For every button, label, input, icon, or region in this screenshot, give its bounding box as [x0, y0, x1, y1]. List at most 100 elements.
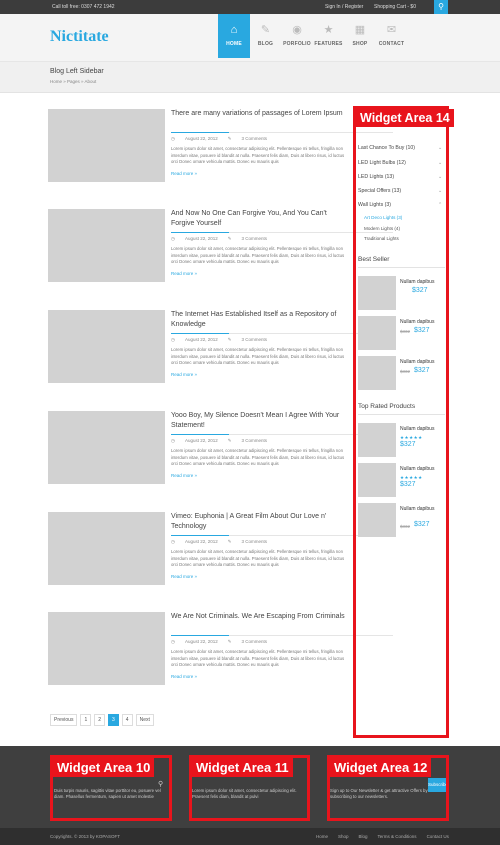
clock-icon: ◷ [171, 337, 175, 342]
post-excerpt: Lorem ipsum dolor sit amet, consectetur … [171, 246, 345, 264]
pencil-icon: ✎ [260, 24, 271, 36]
camera-icon: ◉ [292, 24, 302, 36]
post-meta: ◷ August 22, 2012 ✎ 3 Comments [171, 337, 277, 343]
footer-link-contact[interactable]: Contact Us [427, 834, 449, 839]
read-more-link[interactable]: Read more » [171, 372, 197, 377]
clock-icon: ◷ [171, 539, 175, 544]
post-meta: ◷ August 22, 2012 ✎ 3 Comments [171, 639, 277, 645]
post-thumbnail[interactable] [48, 109, 165, 182]
read-more-link[interactable]: Read more » [171, 271, 197, 276]
title-underline [171, 132, 229, 133]
post-thumbnail[interactable] [48, 209, 165, 282]
post-meta: ◷ August 22, 2012 ✎ 3 Comments [171, 438, 277, 444]
footer-link-shop[interactable]: Shop [338, 834, 349, 839]
post-meta: ◷ August 22, 2012 ✎ 3 Comments [171, 539, 277, 545]
read-more-link[interactable]: Read more » [171, 674, 197, 679]
clock-icon: ◷ [171, 236, 175, 241]
post-title[interactable]: Vimeo: Euphonia | A Great Film About Our… [171, 512, 346, 532]
nav-item-blog[interactable]: ✎ BLOG [250, 14, 282, 58]
post-excerpt: Lorem ipsum dolor sit amet, consectetur … [171, 649, 345, 667]
phone-number: Call toll free: 0307 472 1942 [52, 4, 115, 10]
widget-area-label: Widget Area 11 [192, 758, 293, 777]
title-underline [171, 535, 229, 536]
title-underline [171, 333, 229, 334]
comment-icon: ✎ [227, 337, 232, 342]
post-comments[interactable]: 3 Comments [242, 539, 268, 544]
page-2-button[interactable]: 2 [94, 714, 106, 726]
footer-link-terms[interactable]: Terms & Conditions [378, 834, 417, 839]
comment-icon: ✎ [227, 639, 232, 644]
blog-post: We Are Not Criminals. We Are Escaping Fr… [48, 612, 393, 698]
nav-item-features[interactable]: ★ FEATURES [313, 14, 345, 58]
post-title[interactable]: The Internet Has Established Itself as a… [171, 310, 346, 330]
post-thumbnail[interactable] [48, 310, 165, 383]
comment-icon: ✎ [227, 136, 232, 141]
post-excerpt: Lorem ipsum dolor sit amet, consectetur … [171, 347, 345, 365]
search-icon[interactable]: ⚲ [434, 0, 448, 14]
post-comments[interactable]: 3 Comments [242, 438, 268, 443]
comment-icon: ✎ [227, 438, 232, 443]
site-header: Nictitate ⌂ HOME ✎ BLOG ◉ PORFOLIO ★ FEA… [0, 14, 500, 62]
home-icon: ⌂ [230, 24, 238, 36]
login-link[interactable]: Sign In / Register [325, 4, 363, 10]
post-comments[interactable]: 3 Comments [242, 639, 268, 644]
breadcrumb[interactable]: Home » Pages » About [50, 79, 96, 84]
top-bar: Call toll free: 0307 472 1942 Sign In / … [0, 0, 500, 14]
post-thumbnail[interactable] [48, 411, 165, 484]
nav-item-home[interactable]: ⌂ HOME [218, 14, 250, 58]
star-icon: ★ [323, 24, 334, 36]
post-date: August 22, 2012 [184, 438, 218, 443]
widget-area-annotation: Widget Area 10 [50, 755, 172, 821]
prev-page-button[interactable]: Previous [50, 714, 78, 726]
post-meta: ◷ August 22, 2012 ✎ 3 Comments [171, 236, 277, 242]
widget-area-annotation: Widget Area 14 [353, 106, 454, 738]
post-comments[interactable]: 3 Comments [242, 236, 268, 241]
post-title[interactable]: There are many variations of passages of… [171, 109, 346, 119]
comment-icon: ✎ [227, 236, 232, 241]
read-more-link[interactable]: Read more » [171, 473, 197, 478]
page-title: Blog Left Sidebar [50, 68, 104, 75]
next-page-button[interactable]: Next [135, 714, 154, 726]
read-more-link[interactable]: Read more » [171, 171, 197, 176]
widget-area-label: Widget Area 14 [356, 109, 454, 127]
clock-icon: ◷ [171, 438, 175, 443]
footer-links: Home Shop Blog Terms & Conditions Contac… [316, 834, 449, 839]
post-thumbnail[interactable] [48, 512, 165, 585]
site-logo[interactable]: Nictitate [50, 28, 109, 46]
nav-item-portfolio[interactable]: ◉ PORFOLIO [281, 14, 313, 58]
page-3-button[interactable]: 3 [108, 714, 119, 726]
clock-icon: ◷ [171, 136, 175, 141]
page-4-button[interactable]: 4 [121, 714, 133, 726]
widget-area-label: Widget Area 12 [330, 758, 432, 777]
blog-post: And Now No One Can Forgive You, And You … [48, 209, 393, 295]
post-comments[interactable]: 3 Comments [242, 136, 268, 141]
nav-label: CONTACT [378, 41, 405, 47]
nav-item-shop[interactable]: ▦ SHOP [344, 14, 376, 58]
post-title[interactable]: Yooo Boy, My Silence Doesn't Mean I Agre… [171, 411, 346, 431]
nav-label: HOME [226, 41, 242, 47]
widget-area-annotation: Widget Area 12 [327, 755, 449, 821]
cart-link[interactable]: Shopping Cart - $0 [374, 4, 416, 10]
blog-post: There are many variations of passages of… [48, 109, 393, 195]
page-1-button[interactable]: 1 [80, 714, 92, 726]
gift-icon: ▦ [354, 24, 366, 36]
post-thumbnail[interactable] [48, 612, 165, 685]
post-excerpt: Lorem ipsum dolor sit amet, consectetur … [171, 549, 345, 567]
footer-link-home[interactable]: Home [316, 834, 328, 839]
post-date: August 22, 2012 [184, 136, 218, 141]
read-more-link[interactable]: Read more » [171, 574, 197, 579]
post-title[interactable]: And Now No One Can Forgive You, And You … [171, 209, 346, 229]
nav-item-contact[interactable]: ✉ CONTACT [376, 14, 408, 58]
title-underline [171, 232, 229, 233]
post-title[interactable]: We Are Not Criminals. We Are Escaping Fr… [171, 612, 346, 622]
copyright: Copyrights. © 2013 by KOPASOFT [50, 834, 121, 839]
comment-icon: ✎ [227, 539, 232, 544]
footer-link-blog[interactable]: Blog [359, 834, 368, 839]
pagination: Previous 1 2 3 4 Next [50, 714, 154, 726]
post-date: August 22, 2012 [184, 337, 218, 342]
footer-bottom-bar: Copyrights. © 2013 by KOPASOFT Home Shop… [0, 828, 500, 845]
blog-post: Vimeo: Euphonia | A Great Film About Our… [48, 512, 393, 598]
nav-label: SHOP [352, 41, 368, 47]
post-comments[interactable]: 3 Comments [242, 337, 268, 342]
blog-post: Yooo Boy, My Silence Doesn't Mean I Agre… [48, 411, 393, 497]
